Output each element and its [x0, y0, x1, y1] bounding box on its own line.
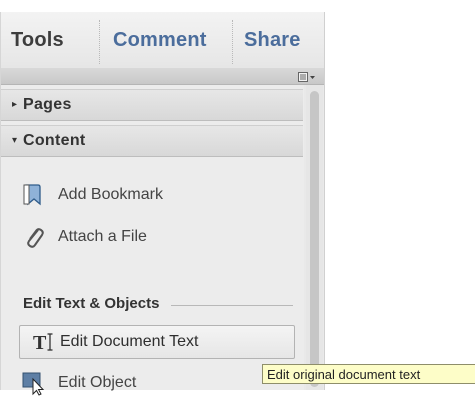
bookmark-icon	[21, 182, 47, 208]
collapsed-triangle-icon: ▸	[12, 99, 18, 110]
expanded-triangle-icon: ▾	[12, 135, 18, 146]
panel-options-menu-icon[interactable]	[298, 70, 316, 82]
scrollbar-thumb[interactable]	[310, 91, 319, 387]
tab-divider	[232, 20, 233, 64]
tab-divider	[99, 20, 100, 64]
tools-pane: Tools Comment Share ▸ Pages ▾ Content Ad…	[0, 12, 325, 396]
pane-scrollbar[interactable]	[306, 85, 323, 390]
tab-share[interactable]: Share	[244, 29, 301, 52]
svg-text:T: T	[33, 332, 47, 354]
tools-list: ▸ Pages ▾ Content Add Bookmark Attach a	[1, 85, 304, 396]
tab-tools[interactable]: Tools	[11, 29, 64, 52]
section-content-label: Content	[23, 132, 86, 149]
tool-attach-file[interactable]: Attach a File	[1, 219, 303, 255]
edit-text-objects-heading: Edit Text & Objects	[23, 295, 160, 312]
tab-comment[interactable]: Comment	[113, 29, 207, 52]
tool-label: Attach a File	[58, 228, 147, 245]
pane-options-strip	[1, 68, 324, 85]
tool-edit-document-text[interactable]: T Edit Document Text	[19, 325, 295, 359]
section-pages[interactable]: ▸ Pages	[1, 89, 303, 121]
tool-label: Edit Document Text	[60, 333, 199, 350]
edit-text-icon: T	[32, 329, 58, 355]
tool-label: Add Bookmark	[58, 186, 163, 203]
tool-edit-object[interactable]: Edit Object	[1, 365, 303, 401]
tooltip: Edit original document text	[262, 364, 475, 384]
edit-object-icon	[21, 370, 47, 396]
tool-label: Edit Object	[58, 374, 137, 391]
tool-add-bookmark[interactable]: Add Bookmark	[1, 177, 303, 213]
section-content[interactable]: ▾ Content	[1, 125, 303, 157]
paperclip-icon	[21, 224, 47, 250]
section-pages-label: Pages	[23, 96, 72, 113]
heading-divider	[171, 305, 293, 306]
pane-tab-bar: Tools Comment Share	[1, 12, 324, 69]
